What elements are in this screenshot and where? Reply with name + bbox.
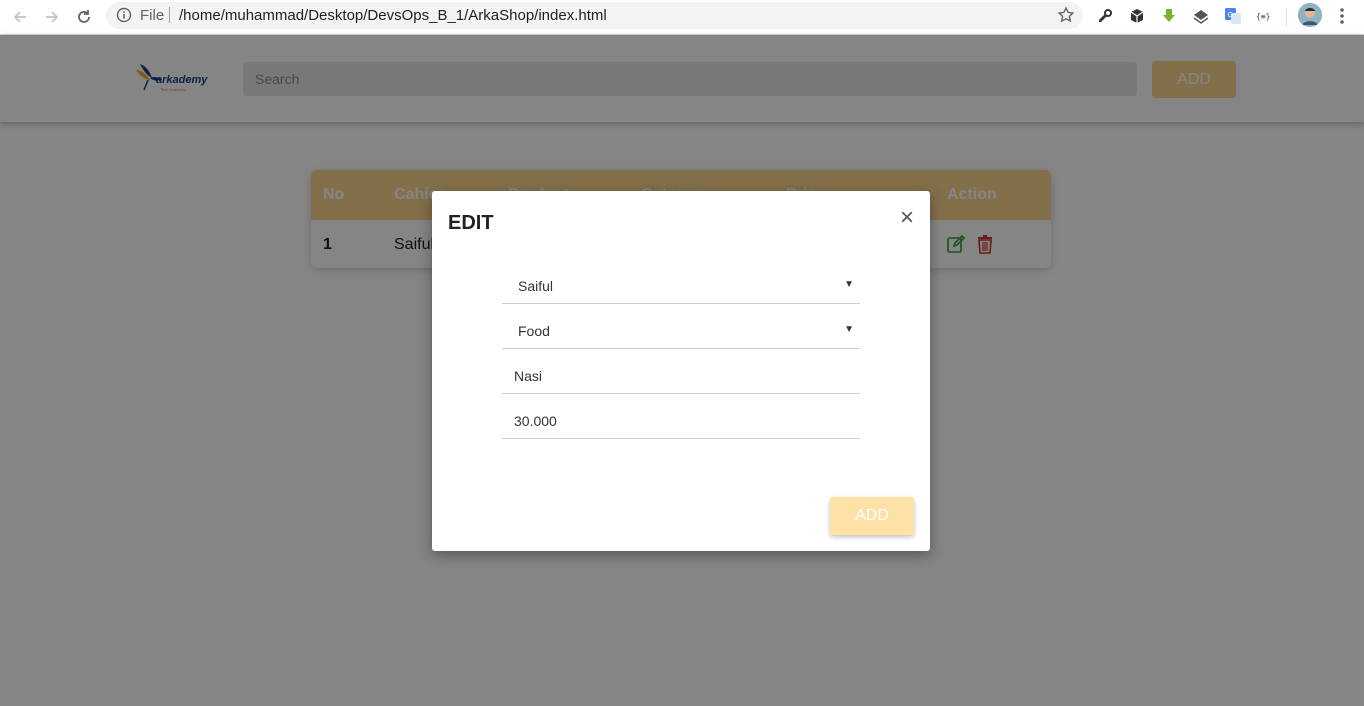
product-name-value: Nasi [514, 368, 543, 384]
file-scheme-label: File [140, 7, 165, 24]
extension-box-icon[interactable] [1127, 6, 1147, 26]
category-select[interactable]: Food ▼ [502, 313, 860, 349]
close-icon[interactable]: × [898, 206, 916, 230]
url-text[interactable]: /home/muhammad/Desktop/DevsOps_B_1/ArkaS… [179, 7, 607, 24]
price-field[interactable]: 30.000 [502, 403, 860, 439]
reload-icon[interactable] [73, 6, 95, 28]
modal-add-button[interactable]: ADD [830, 497, 914, 535]
extension-translate-icon[interactable]: G [1223, 6, 1243, 26]
more-menu-icon[interactable] [1334, 6, 1350, 26]
cashier-select[interactable]: Saiful ▼ [502, 268, 860, 304]
svg-text:G: G [1228, 11, 1233, 19]
address-divider [169, 7, 170, 23]
product-name-field[interactable]: Nasi [502, 358, 860, 394]
chevron-down-icon: ▼ [844, 279, 854, 290]
category-select-value: Food [518, 323, 550, 339]
modal-title: EDIT [448, 212, 494, 234]
extension-json-icon[interactable]: {≡} [1255, 6, 1275, 26]
forward-arrow-icon[interactable] [41, 6, 63, 28]
avatar[interactable] [1298, 3, 1322, 27]
extension-layers-icon[interactable] [1191, 6, 1211, 26]
toolbar-divider [1286, 8, 1287, 26]
price-value: 30.000 [514, 413, 557, 429]
svg-text:{≡}: {≡} [1256, 12, 1270, 21]
bookmark-star-icon[interactable] [1057, 6, 1075, 24]
back-arrow-icon[interactable] [9, 6, 31, 28]
cashier-select-value: Saiful [518, 278, 554, 294]
info-icon[interactable] [116, 7, 132, 23]
browser-toolbar: File /home/muhammad/Desktop/DevsOps_B_1/… [0, 0, 1364, 35]
address-bar[interactable]: File /home/muhammad/Desktop/DevsOps_B_1/… [106, 2, 1083, 29]
chevron-down-icon: ▼ [844, 324, 854, 335]
edit-modal: EDIT × Saiful ▼ Food ▼ Nasi 30.000 ADD [432, 191, 930, 551]
extension-download-icon[interactable] [1159, 6, 1179, 26]
extension-puzzle-icon[interactable] [1095, 6, 1115, 26]
